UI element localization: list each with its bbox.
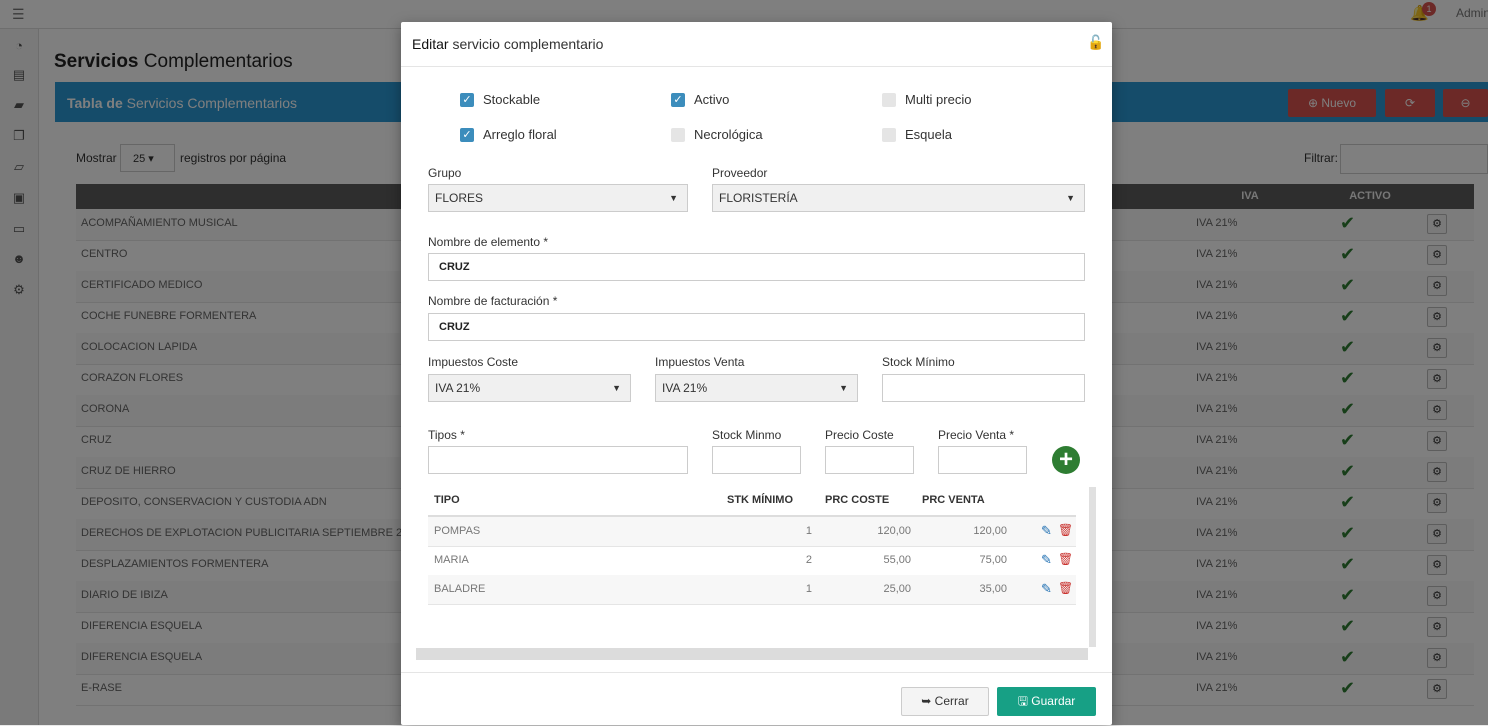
- type-sale: 120,00: [973, 525, 1007, 537]
- type-stk: 2: [805, 554, 812, 566]
- add-type-button[interactable]: +: [1052, 446, 1080, 474]
- close-button[interactable]: ➥ Cerrar: [901, 687, 989, 716]
- cost-tax-select[interactable]: IVA 21% ▼: [428, 374, 631, 402]
- sale-price-label: Precio Venta *: [938, 428, 1015, 442]
- type-cost: 25,00: [883, 583, 911, 595]
- type-row[interactable]: POMPAS 1 120,00 120,00 ✎ 🗑: [428, 517, 1076, 547]
- chevron-down-icon: ▼: [839, 383, 848, 393]
- chevron-down-icon: ▼: [612, 383, 621, 393]
- plus-circle-icon: +: [1058, 446, 1073, 473]
- group-label: Grupo: [428, 166, 462, 180]
- sale-tax-label: Impuestos Venta: [655, 355, 745, 369]
- modal-header: Editar servicio complementario 🔓: [401, 22, 1112, 67]
- stockable-checkbox[interactable]: ✓: [460, 93, 474, 107]
- pencil-icon[interactable]: ✎: [1041, 552, 1052, 568]
- stockable-label: Stockable: [483, 92, 541, 107]
- unlock-icon[interactable]: 🔓: [1087, 34, 1104, 51]
- type-stk: 1: [805, 583, 812, 595]
- active-checkbox[interactable]: ✓: [671, 93, 685, 107]
- multi-price-checkbox[interactable]: [882, 93, 896, 107]
- obituary-label: Necrológica: [694, 127, 763, 142]
- floral-arrangement-label: Arreglo floral: [483, 127, 557, 142]
- min-stock-input[interactable]: [882, 374, 1085, 402]
- type-min-stock-label: Stock Minmo: [712, 428, 782, 442]
- modal-footer: ➥ Cerrar 🖫 Guardar: [401, 672, 1112, 726]
- pencil-icon[interactable]: ✎: [1041, 523, 1052, 539]
- element-name-input[interactable]: CRUZ: [428, 253, 1085, 281]
- death-notice-checkbox[interactable]: [882, 128, 896, 142]
- supplier-label: Proveedor: [712, 166, 768, 180]
- type-name: POMPAS: [434, 525, 481, 537]
- chevron-down-icon: ▼: [669, 193, 678, 203]
- types-label: Tipos *: [428, 428, 465, 442]
- element-name-label: Nombre de elemento *: [428, 235, 549, 249]
- trash-icon[interactable]: 🗑: [1058, 523, 1073, 537]
- pencil-icon[interactable]: ✎: [1041, 581, 1052, 597]
- types-input[interactable]: [428, 446, 688, 474]
- types-column-stk: STK MÍNIMO: [727, 494, 793, 506]
- modal-title: Editar servicio complementario: [412, 36, 604, 52]
- sale-price-input[interactable]: [938, 446, 1027, 474]
- chevron-down-icon: ▼: [1066, 193, 1075, 203]
- type-sale: 75,00: [979, 554, 1007, 566]
- edit-service-modal: Editar servicio complementario 🔓 ✓ Stock…: [401, 22, 1112, 725]
- type-row[interactable]: BALADRE 1 25,00 35,00 ✎ 🗑: [428, 575, 1076, 605]
- cost-price-label: Precio Coste: [825, 428, 894, 442]
- trash-icon[interactable]: 🗑: [1058, 581, 1073, 595]
- billing-name-input[interactable]: CRUZ: [428, 313, 1085, 341]
- vertical-scrollbar[interactable]: [1089, 487, 1096, 647]
- type-row[interactable]: MARIA 2 55,00 75,00 ✎ 🗑: [428, 546, 1076, 576]
- type-stk: 1: [805, 525, 812, 537]
- types-column-sale: PRC VENTA: [922, 494, 985, 506]
- billing-name-label: Nombre de facturación *: [428, 294, 558, 308]
- floral-arrangement-checkbox[interactable]: ✓: [460, 128, 474, 142]
- multi-price-label: Multi precio: [905, 92, 972, 107]
- cost-price-input[interactable]: [825, 446, 914, 474]
- type-sale: 35,00: [979, 583, 1007, 595]
- horizontal-scrollbar[interactable]: [416, 648, 1088, 660]
- min-stock-label: Stock Mínimo: [882, 355, 955, 369]
- obituary-checkbox[interactable]: [671, 128, 685, 142]
- type-min-stock-input[interactable]: [712, 446, 801, 474]
- type-name: BALADRE: [434, 583, 486, 595]
- type-cost: 120,00: [877, 525, 911, 537]
- save-button[interactable]: 🖫 Guardar: [997, 687, 1096, 716]
- group-select[interactable]: FLORES ▼: [428, 184, 688, 212]
- cost-tax-label: Impuestos Coste: [428, 355, 519, 369]
- death-notice-label: Esquela: [905, 127, 952, 142]
- type-cost: 55,00: [883, 554, 911, 566]
- sale-tax-select[interactable]: IVA 21% ▼: [655, 374, 858, 402]
- types-column-type: TIPO: [434, 494, 460, 506]
- trash-icon[interactable]: 🗑: [1058, 552, 1073, 566]
- type-name: MARIA: [434, 554, 469, 566]
- types-column-cost: PRC COSTE: [825, 494, 890, 506]
- active-label: Activo: [694, 92, 730, 107]
- supplier-select[interactable]: FLORISTERÍA ▼: [712, 184, 1085, 212]
